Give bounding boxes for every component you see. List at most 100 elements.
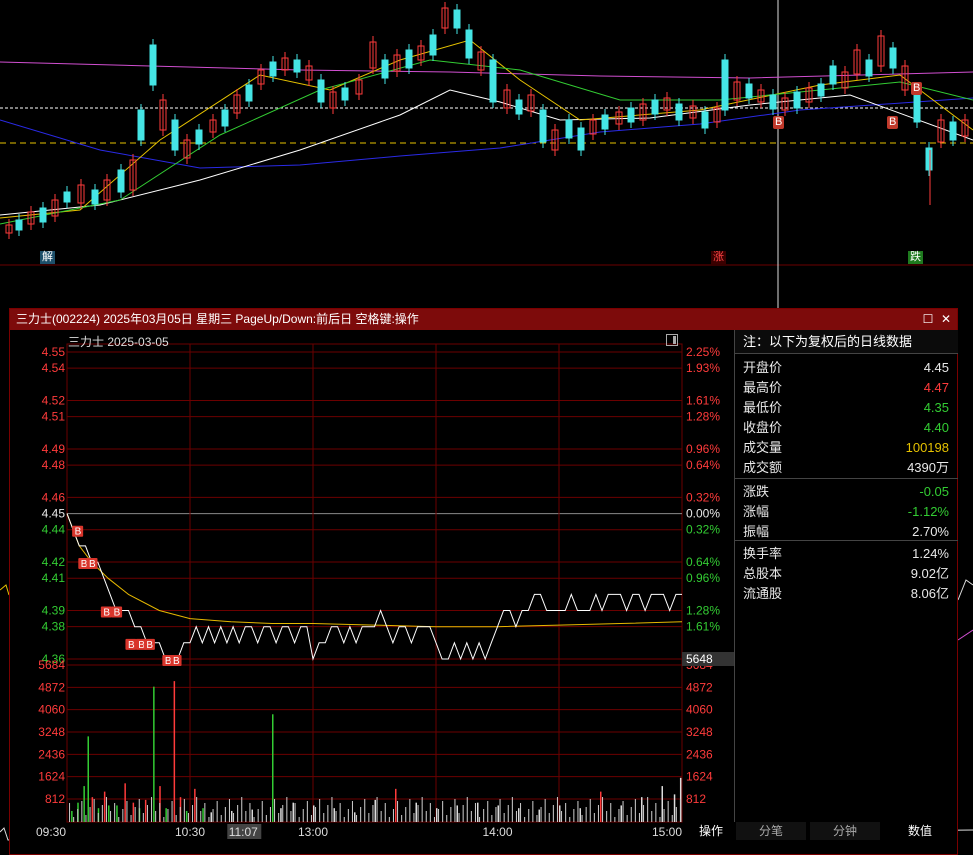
volume-bar	[538, 809, 540, 822]
dialog-titlebar[interactable]: 三力士(002224) 2025年03月05日 星期三 PageUp/Down:…	[10, 309, 957, 330]
info-value: 1.24%	[912, 546, 949, 561]
volume-bar	[210, 812, 212, 822]
volume-bar	[187, 813, 189, 822]
volume-bar	[675, 807, 677, 822]
bg-candle-body	[565, 119, 573, 139]
volume-bar	[602, 797, 604, 822]
price-tick-label: 4.45	[42, 507, 66, 521]
time-tick-label: 14:00	[482, 825, 512, 839]
tab-minutes[interactable]: 分钟	[810, 822, 880, 840]
trade-marker-label: B	[114, 608, 121, 619]
volume-bar	[565, 803, 567, 822]
bg-candle-body	[429, 34, 437, 56]
volume-bar	[425, 811, 427, 822]
volume-bar	[251, 809, 253, 822]
bg-marker-b2: B	[887, 116, 899, 129]
volume-bar	[151, 797, 153, 822]
volume-bar	[306, 801, 308, 822]
bg-candle-body	[627, 107, 635, 123]
volume-bar	[368, 813, 370, 822]
volume-bar	[620, 805, 622, 822]
volume-bar	[499, 799, 501, 822]
volume-bar	[610, 803, 612, 822]
volume-bar	[561, 811, 563, 822]
volume-bar	[212, 809, 214, 822]
price-tick-label: 4.46	[42, 490, 66, 504]
volume-bar	[397, 801, 399, 822]
trade-marker-label: B	[103, 608, 110, 619]
volume-bar	[421, 797, 423, 822]
volume-bar	[579, 808, 581, 822]
volume-bar	[679, 799, 681, 822]
volume-bar	[503, 813, 505, 822]
volume-bar	[495, 807, 497, 822]
pct-tick-label: 1.28%	[686, 410, 720, 424]
info-heading: 注：以下为复权后的日线数据	[735, 330, 958, 354]
volume-bar	[231, 810, 233, 822]
volume-bar	[454, 799, 456, 822]
tab-values[interactable]: 数值	[884, 822, 956, 840]
maximize-icon[interactable]: ☐	[920, 311, 936, 327]
volume-bar	[202, 808, 204, 822]
volume-bar	[618, 809, 620, 822]
volume-bar	[153, 686, 155, 822]
tab-operate[interactable]: 操作	[691, 822, 731, 840]
volume-bar	[132, 802, 135, 822]
info-value: 8.06亿	[910, 586, 949, 601]
volume-bar	[310, 815, 312, 822]
bg-candle-body	[925, 147, 933, 171]
volume-bar	[122, 809, 124, 822]
volume-bar	[185, 810, 188, 822]
volume-bar	[641, 797, 643, 822]
tab-ticks[interactable]: 分笔	[736, 822, 806, 840]
volume-bar	[372, 805, 374, 822]
volume-bar	[245, 811, 247, 822]
volume-bar	[83, 786, 85, 822]
volume-bar	[237, 805, 239, 822]
bg-candle-body	[675, 103, 683, 121]
volume-bar	[491, 815, 493, 822]
price-tick-label: 4.52	[42, 393, 66, 407]
panel-toggle-icon[interactable]	[666, 334, 678, 346]
volume-bar	[85, 815, 87, 822]
intraday-chart-svg[interactable]: 4.55 2.25% 4.54 1.93% 4.52 1.61% 4.51 1.28% 4.49…	[10, 330, 734, 855]
volume-bar	[392, 809, 394, 822]
volume-bar	[101, 805, 103, 822]
volume-bar	[577, 801, 579, 822]
volume-bar	[597, 805, 599, 822]
bg-candle-body	[601, 114, 609, 130]
volume-bar	[417, 805, 419, 822]
info-value: 4390万	[907, 460, 949, 475]
bg-candle-body	[317, 79, 325, 103]
volume-bar	[228, 799, 230, 822]
volume-bar	[134, 807, 136, 822]
info-label: 振幅	[743, 524, 770, 539]
volume-bar	[69, 803, 71, 822]
pct-tick-label: 1.61%	[686, 393, 720, 407]
intraday-chart: 4.55 2.25% 4.54 1.93% 4.52 1.61% 4.51 1.28% 4.49…	[10, 330, 734, 855]
volume-bar	[405, 807, 407, 822]
trade-marker-label: B	[173, 656, 180, 667]
info-value: 100198	[905, 440, 949, 455]
volume-bar	[536, 815, 538, 822]
info-label: 成交额	[743, 460, 783, 475]
volume-bar	[585, 807, 587, 822]
info-label: 流通股	[743, 586, 783, 601]
volume-tick-label: 5684	[38, 658, 65, 672]
dialog-title: 三力士(002224) 2025年03月05日 星期三 PageUp/Down:…	[16, 312, 419, 326]
volume-bar	[518, 808, 520, 822]
price-tick-label: 4.48	[42, 458, 66, 472]
bg-candle-body	[149, 44, 157, 86]
volume-tick-label: 4872	[38, 680, 65, 694]
volume-bar	[450, 807, 452, 822]
volume-bar	[249, 803, 251, 822]
close-icon[interactable]: ✕	[938, 311, 954, 327]
volume-bar	[339, 803, 341, 822]
volume-bar	[374, 799, 376, 822]
volume-bar	[442, 801, 444, 822]
bg-candle-body	[63, 191, 71, 203]
pct-tick-label: 0.32%	[686, 523, 720, 537]
price-tick-label: 4.51	[42, 410, 66, 424]
volume-bar	[241, 797, 243, 822]
pct-tick-label: 0.64%	[686, 555, 720, 569]
